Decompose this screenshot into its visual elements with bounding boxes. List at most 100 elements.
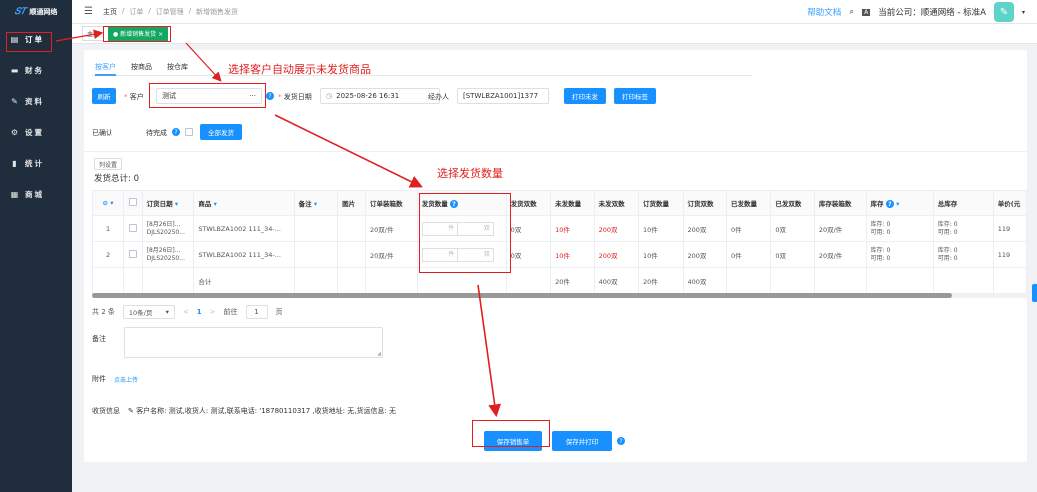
tag-new-sales-delivery[interactable]: ● 新增销售发货 × <box>108 26 169 41</box>
breadcrumb-order[interactable]: 订单 <box>129 7 143 17</box>
sent-qty-cell: 0件 <box>725 241 772 268</box>
ship-pairs-cell: 0双 <box>505 241 552 268</box>
unit-price-cell: 119 <box>992 241 1028 268</box>
avatar[interactable]: ✎ <box>993 2 1014 22</box>
remark-cell <box>293 241 339 268</box>
col-product[interactable]: 商品 ▾ <box>193 190 295 216</box>
sidebar-item-finance[interactable]: ▬ 财务 <box>0 55 72 86</box>
handler-label: 经办人 <box>428 93 449 101</box>
chevron-down-icon[interactable]: ▾ <box>1022 9 1025 16</box>
total-stock-cell: 库存: 0 可用: 0 <box>932 241 994 268</box>
page-suffix: 页 <box>275 308 283 316</box>
pagination: 共 2 条 10条/页 ▾ < 1 > 前往 1 页 <box>92 305 283 319</box>
refresh-button[interactable]: 刷新 <box>92 88 116 104</box>
breadcrumb-home[interactable]: 主页 <box>103 7 117 17</box>
print-label-button[interactable]: 打印标签 <box>614 88 656 104</box>
breadcrumb: 主页 / 订单 / 订单管理 / 新增销售发货 <box>103 7 238 17</box>
print-unsent-button[interactable]: 打印未发 <box>564 88 606 104</box>
sidebar-item-stats[interactable]: ▮ 统计 <box>0 148 72 179</box>
ship-qty-input[interactable]: 件 <box>423 249 458 261</box>
goto-label: 前往 <box>223 308 238 316</box>
column-settings-button[interactable]: 列设置 <box>94 158 122 170</box>
stock-cell: 库存: 0 可用: 0 <box>865 215 934 242</box>
customer-input[interactable]: 测试 ··· <box>156 88 262 104</box>
tab-by-customer[interactable]: 按客户 <box>95 60 116 76</box>
side-drawer-handle[interactable] <box>1032 284 1037 302</box>
col-order-date[interactable]: 订货日期 ▾ <box>141 190 195 216</box>
sent-pairs-cell: 0双 <box>770 241 815 268</box>
horizontal-scrollbar[interactable] <box>92 293 1027 298</box>
tab-by-product[interactable]: 按商品 <box>131 60 152 76</box>
table-header-row: ⊙ ▾ 订货日期 ▾ 商品 ▾ 备注 ▾ 图片 订单装箱数 发货数量 ? 发货双… <box>91 190 1028 216</box>
sidebar-item-order[interactable]: ▤ 订单 <box>0 24 72 55</box>
header-right: 帮助文档 ⌕ A 当前公司：顺通网络 - 标准A ✎ ▾ <box>807 0 1025 24</box>
upload-link[interactable]: 点击上传 <box>114 375 138 384</box>
select-all-checkbox[interactable] <box>123 190 143 216</box>
sidebar-item-store[interactable]: ▦ 商城 <box>0 179 72 210</box>
ship-qty-input[interactable]: 件 <box>423 223 458 235</box>
gear-icon: ⚙ <box>10 128 19 137</box>
sidebar-item-data[interactable]: ✎ 资料 <box>0 86 72 117</box>
receive-info[interactable]: ✎ 客户名称: 测试,收货人: 测试,联系电话: '18780110317 ,收… <box>128 406 396 416</box>
more-icon[interactable]: ··· <box>249 92 256 100</box>
summary-order-qty: 20件 <box>638 267 684 294</box>
col-remark[interactable]: 备注 ▾ <box>293 190 339 216</box>
help-link[interactable]: 帮助文档 <box>807 6 841 18</box>
remark-textarea[interactable]: ◢ <box>124 327 383 358</box>
handler-input[interactable]: [STWLBZA1001]1377 <box>457 88 549 104</box>
total-stock-cell: 库存: 0 可用: 0 <box>932 215 994 242</box>
order-date-cell: [8月26日]... DJLS20250... <box>141 241 195 268</box>
table-row: 1 [8月26日]... DJLS20250... STWLBZA1002 111… <box>91 215 1028 242</box>
pending-checkbox[interactable] <box>185 128 193 136</box>
data-icon: ✎ <box>11 97 18 106</box>
pending-help-icon[interactable]: ? <box>172 128 180 136</box>
remark-label: 备注 <box>92 335 106 343</box>
delivery-table: ⊙ ▾ 订货日期 ▾ 商品 ▾ 备注 ▾ 图片 订单装箱数 发货数量 ? 发货双… <box>91 190 1028 294</box>
goto-input[interactable]: 1 <box>245 305 268 319</box>
receive-label: 收货信息 <box>92 407 120 415</box>
hamburger-icon[interactable]: ☰ <box>84 6 93 17</box>
ship-pairs-input[interactable]: 双 <box>457 248 493 261</box>
ship-all-button[interactable]: 全部发货 <box>200 124 242 140</box>
finance-icon: ▬ <box>10 66 19 75</box>
form-card: 按客户 按商品 按仓库 刷新 * 客户 测试 ··· ? * 发货日期 ◷ 20… <box>84 50 1028 462</box>
help-icon[interactable]: ? <box>617 437 625 445</box>
help-icon[interactable]: ? <box>266 92 274 100</box>
row-checkbox[interactable] <box>123 241 143 268</box>
translate-icon[interactable]: A <box>862 8 871 16</box>
breadcrumb-separator: / <box>188 6 192 15</box>
date-label: * 发货日期 <box>278 93 312 101</box>
save-button[interactable]: 保存销售单 <box>484 431 542 451</box>
logo-mark-icon: 𝑆𝑇 <box>14 7 27 17</box>
tab-by-warehouse[interactable]: 按仓库 <box>167 60 188 76</box>
ship-pairs-input[interactable]: 双 <box>457 222 493 235</box>
tag-home[interactable]: 主页 <box>82 26 105 41</box>
col-ship-pairs: 发货双数 <box>505 190 552 216</box>
stock-cell: 库存: 0 可用: 0 <box>865 241 934 268</box>
summary-unsent-qty: 20件 <box>550 267 595 294</box>
sidebar-item-label: 统计 <box>25 159 44 168</box>
col-order-pack: 订单装箱数 <box>365 190 418 216</box>
col-image: 图片 <box>337 190 367 216</box>
row-checkbox[interactable] <box>123 215 143 242</box>
scroll-thumb[interactable] <box>92 293 952 298</box>
summary-order-pairs: 400双 <box>682 267 727 294</box>
col-unsent-pairs: 未发双数 <box>593 190 640 216</box>
breadcrumb-current: 新增销售发货 <box>196 7 239 16</box>
prev-page-button[interactable]: < <box>183 308 189 316</box>
sidebar-item-settings[interactable]: ⚙ 设置 <box>0 117 72 148</box>
company-name: 当前公司：顺通网络 - 标准A <box>878 8 986 18</box>
col-order-pairs: 订货双数 <box>682 190 727 216</box>
page-size-select[interactable]: 10条/页 ▾ <box>122 305 175 319</box>
unsent-qty-cell: 10件 <box>550 215 595 242</box>
order-icon: ▤ <box>10 35 19 44</box>
breadcrumb-order-manage[interactable]: 订单管理 <box>156 7 184 17</box>
next-page-button[interactable]: > <box>210 308 216 316</box>
date-input[interactable]: ◷ 2025-08-26 16:31 <box>320 88 440 104</box>
save-print-button[interactable]: 保存并打印 <box>552 431 612 451</box>
stock-pack-cell: 20双/件 <box>813 215 867 242</box>
page-number[interactable]: 1 <box>197 308 202 316</box>
col-settings-icon[interactable]: ⊙ ▾ <box>91 190 125 216</box>
summary-label: 合计 <box>193 267 295 294</box>
search-icon[interactable]: ⌕ <box>849 7 854 17</box>
